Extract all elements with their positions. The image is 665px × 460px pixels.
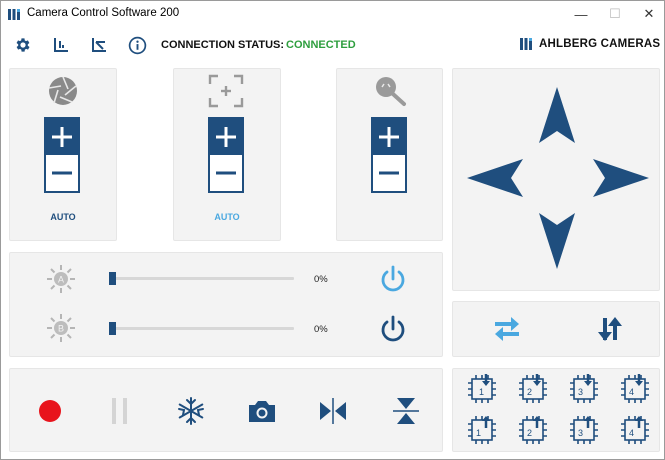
aperture-panel: AUTO [9, 68, 117, 241]
title-bar: Camera Control Software 200 — ☐ ✕ [1, 1, 664, 27]
freeze-icon[interactable] [176, 396, 206, 426]
swap-horizontal-icon[interactable] [492, 315, 522, 343]
light-b-value: 0% [314, 324, 328, 335]
preset-save-1-button[interactable]: 1 [465, 372, 499, 406]
aperture-auto-button[interactable]: AUTO [33, 212, 93, 222]
pause-icon[interactable] [109, 397, 131, 425]
close-button[interactable]: ✕ [634, 5, 664, 23]
brand-name: AHLBERG CAMERAS [539, 38, 661, 50]
light-b-letter: B [58, 324, 64, 334]
preset-recall-1-button[interactable]: 1 [465, 413, 499, 447]
light-b-power-button[interactable] [378, 314, 408, 344]
app-window: Camera Control Software 200 — ☐ ✕ CONNEC… [0, 0, 665, 460]
focus-auto-button[interactable]: AUTO [197, 212, 257, 222]
chart-axes-icon[interactable] [51, 35, 71, 55]
zoom-increase-button[interactable] [373, 119, 405, 155]
preset-recall-3-button[interactable]: 3 [567, 413, 601, 447]
flip-vertical-icon[interactable] [391, 396, 421, 426]
preset-save-2-button[interactable]: 2 [516, 372, 550, 406]
preset-save-3-button[interactable]: 3 [567, 372, 601, 406]
maximize-button[interactable]: ☐ [600, 5, 630, 23]
swap-panel [452, 301, 660, 357]
light-a-icon: A [47, 265, 75, 293]
light-a-slider-thumb[interactable] [109, 272, 116, 285]
connection-status-label: CONNECTION STATUS: [161, 39, 285, 51]
info-icon[interactable] [127, 35, 147, 55]
aperture-increase-button[interactable] [46, 119, 78, 155]
pan-right-button[interactable] [593, 159, 649, 197]
focus-decrease-button[interactable] [210, 155, 242, 191]
flip-horizontal-icon[interactable] [318, 396, 348, 426]
zoom-panel [336, 68, 443, 241]
focus-frame-icon [208, 74, 244, 108]
pan-down-button[interactable] [539, 213, 575, 269]
aperture-icon [48, 76, 77, 105]
focus-stepper [208, 117, 244, 193]
light-a-slider-track[interactable] [112, 277, 294, 280]
preset-recall-2-label: 2 [527, 428, 532, 438]
aperture-decrease-button[interactable] [46, 155, 78, 191]
preset-save-4-button[interactable]: 4 [618, 372, 652, 406]
preset-recall-1-label: 1 [476, 428, 481, 438]
preset-save-3-label: 3 [578, 387, 583, 397]
light-b-icon: B [47, 314, 75, 342]
transport-panel [9, 368, 443, 452]
light-a-letter: A [58, 275, 64, 285]
app-logo-icon [8, 9, 20, 20]
pan-up-button[interactable] [539, 87, 575, 143]
zoom-decrease-button[interactable] [373, 155, 405, 191]
preset-save-4-label: 4 [629, 387, 634, 397]
record-icon[interactable] [38, 399, 62, 423]
presets-panel: 1 2 3 4 1 2 3 4 [452, 368, 660, 452]
swap-vertical-icon[interactable] [595, 314, 625, 344]
brand: AHLBERG CAMERAS [519, 37, 660, 51]
light-a-power-button[interactable] [378, 264, 408, 294]
zoom-stepper [371, 117, 407, 193]
light-b-slider-track[interactable] [112, 327, 294, 330]
focus-increase-button[interactable] [210, 119, 242, 155]
camera-snapshot-icon[interactable] [247, 398, 277, 424]
pan-left-button[interactable] [467, 159, 523, 197]
aperture-stepper [44, 117, 80, 193]
focus-panel: AUTO [173, 68, 281, 241]
light-a-value: 0% [314, 274, 328, 285]
preset-recall-3-label: 3 [578, 428, 583, 438]
minimize-button[interactable]: — [566, 5, 596, 23]
window-title: Camera Control Software 200 [27, 7, 180, 19]
preset-save-2-label: 2 [527, 387, 532, 397]
zoom-icon [376, 77, 406, 106]
lights-panel: A 0% B 0% [9, 252, 443, 357]
preset-recall-2-button[interactable]: 2 [516, 413, 550, 447]
brand-logo-icon [520, 38, 532, 50]
preset-save-1-label: 1 [479, 387, 484, 397]
preset-recall-4-button[interactable]: 4 [618, 413, 652, 447]
connection-status-value: CONNECTED [286, 39, 356, 51]
gear-icon[interactable] [13, 35, 33, 55]
preset-recall-4-label: 4 [629, 428, 634, 438]
light-b-slider-thumb[interactable] [109, 322, 116, 335]
chart-axes-angled-icon[interactable] [89, 35, 109, 55]
ptz-panel [452, 68, 660, 291]
